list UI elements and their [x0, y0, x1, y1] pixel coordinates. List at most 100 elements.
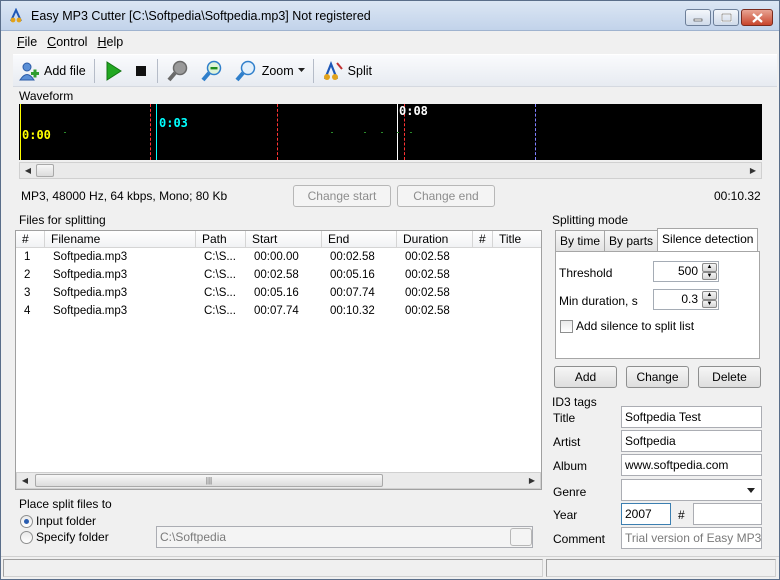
cell-start: 00:07.74	[254, 305, 299, 317]
cell-duration: 00:02.58	[405, 287, 450, 299]
col-filename[interactable]: Filename	[45, 231, 196, 247]
title-bar[interactable]: Easy MP3 Cutter [C:\Softpedia\Softpedia.…	[1, 1, 779, 31]
cell-path: C:\S...	[204, 269, 236, 281]
id3-tags-label: ID3 tags	[552, 395, 597, 409]
start-marker	[20, 104, 21, 160]
comment-field[interactable]: Trial version of Easy MP3 Cu	[621, 527, 762, 549]
title-field[interactable]: Softpedia Test	[621, 406, 762, 428]
year-field[interactable]: 2007	[621, 503, 671, 525]
cursor-marker[interactable]	[156, 104, 157, 160]
split-label: Split	[347, 63, 372, 78]
scroll-left-arrow[interactable]: ◀	[20, 163, 36, 178]
scroll-thumb[interactable]: |||	[35, 474, 383, 487]
waveform-display[interactable]: 0:00 0:03 0:08	[19, 104, 762, 160]
table-row[interactable]: 1 Softpedia.mp3 C:\S... 00:00.00 00:02.5…	[16, 248, 541, 266]
close-button[interactable]	[741, 9, 773, 26]
add-button[interactable]: Add	[554, 366, 617, 388]
tab-silence-detection[interactable]: Silence detection	[657, 228, 759, 251]
maximize-icon	[720, 13, 732, 22]
artist-field[interactable]: Softpedia	[621, 430, 762, 452]
maximize-button[interactable]	[713, 9, 739, 26]
files-list[interactable]: # Filename Path Start End Duration # Tit…	[15, 230, 542, 490]
col-end[interactable]: End	[322, 231, 397, 247]
time-cursor-label: 0:03	[159, 116, 188, 130]
col-track[interactable]: #	[473, 231, 493, 247]
toolbar-separator	[156, 58, 158, 83]
menu-file-label: ile	[24, 35, 38, 49]
input-folder-radio[interactable]	[20, 515, 33, 528]
menu-help-accel: H	[97, 35, 107, 49]
specify-folder-label[interactable]: Specify folder	[36, 530, 109, 544]
cell-end: 00:05.16	[330, 269, 375, 281]
menu-help[interactable]: Help	[93, 33, 127, 51]
specify-folder-radio[interactable]	[20, 531, 33, 544]
window-title: Easy MP3 Cutter [C:\Softpedia\Softpedia.…	[31, 9, 371, 23]
scroll-left-arrow[interactable]: ◀	[17, 473, 33, 488]
menu-bar: File Control Help	[13, 31, 779, 53]
minimize-icon	[693, 18, 703, 21]
cell-start: 00:00.00	[254, 251, 299, 263]
artist-label: Artist	[553, 435, 581, 449]
scroll-thumb[interactable]	[36, 164, 54, 177]
cell-end: 00:02.58	[330, 251, 375, 263]
time-start-label: 0:00	[22, 128, 51, 142]
waveform-sample	[410, 132, 412, 133]
cell-number: 1	[24, 251, 31, 263]
cell-filename: Softpedia.mp3	[53, 287, 128, 299]
place-files-label: Place split files to	[19, 497, 112, 511]
track-field[interactable]	[693, 503, 762, 525]
close-icon	[751, 12, 763, 23]
comment-label: Comment	[553, 532, 606, 546]
waveform-sample	[331, 132, 333, 133]
time-position-label: 0:08	[399, 104, 428, 118]
cell-path: C:\S...	[204, 251, 236, 263]
delete-button[interactable]: Delete	[698, 366, 761, 388]
col-title[interactable]: Title	[493, 231, 541, 247]
menu-file[interactable]: File	[13, 33, 41, 51]
change-button[interactable]: Change	[626, 366, 689, 388]
chevron-down-icon	[297, 68, 305, 72]
add-file-icon	[19, 62, 39, 80]
app-logo-icon	[10, 8, 22, 23]
browse-folder-button[interactable]	[510, 528, 532, 546]
waveform-sample	[381, 132, 383, 133]
col-duration[interactable]: Duration	[397, 231, 473, 247]
end-marker[interactable]	[535, 104, 536, 160]
split-button[interactable]: Split	[317, 57, 377, 85]
col-number[interactable]: #	[16, 231, 45, 247]
split-marker[interactable]	[277, 104, 278, 160]
table-row[interactable]: 4 Softpedia.mp3 C:\S... 00:07.74 00:10.3…	[16, 302, 541, 320]
input-folder-label[interactable]: Input folder	[36, 514, 96, 528]
change-start-button[interactable]: Change start	[293, 185, 391, 207]
waveform-sample	[64, 132, 66, 133]
cell-filename: Softpedia.mp3	[53, 305, 128, 317]
zoom-button[interactable]: Zoom	[229, 57, 310, 85]
play-button[interactable]	[98, 57, 128, 85]
zoom-out-button[interactable]	[195, 57, 229, 85]
add-file-button[interactable]: Add file	[13, 57, 91, 85]
col-path[interactable]: Path	[196, 231, 246, 247]
cell-number: 4	[24, 305, 31, 317]
status-bar	[1, 556, 779, 579]
zoom-icon	[235, 60, 255, 81]
split-marker[interactable]	[150, 104, 151, 160]
files-list-header: # Filename Path Start End Duration # Tit…	[16, 231, 541, 248]
folder-path-field[interactable]: C:\Softpedia	[156, 526, 533, 548]
zoom-disabled-button[interactable]	[161, 57, 195, 85]
col-start[interactable]: Start	[246, 231, 322, 247]
track-label: #	[678, 508, 685, 522]
waveform-scrollbar[interactable]: ◀ ▶	[19, 162, 762, 179]
files-list-scrollbar[interactable]: ◀ ||| ▶	[16, 472, 541, 489]
scroll-right-arrow[interactable]: ▶	[745, 163, 761, 178]
cell-number: 3	[24, 287, 31, 299]
scroll-right-arrow[interactable]: ▶	[524, 473, 540, 488]
album-field[interactable]: www.softpedia.com	[621, 454, 762, 476]
table-row[interactable]: 2 Softpedia.mp3 C:\S... 00:02.58 00:05.1…	[16, 266, 541, 284]
genre-select[interactable]	[621, 479, 762, 501]
table-row[interactable]: 3 Softpedia.mp3 C:\S... 00:05.16 00:07.7…	[16, 284, 541, 302]
cell-start: 00:02.58	[254, 269, 299, 281]
change-end-button[interactable]: Change end	[397, 185, 495, 207]
stop-button[interactable]	[128, 57, 154, 85]
menu-control[interactable]: Control	[43, 33, 91, 51]
minimize-button[interactable]	[685, 9, 711, 26]
